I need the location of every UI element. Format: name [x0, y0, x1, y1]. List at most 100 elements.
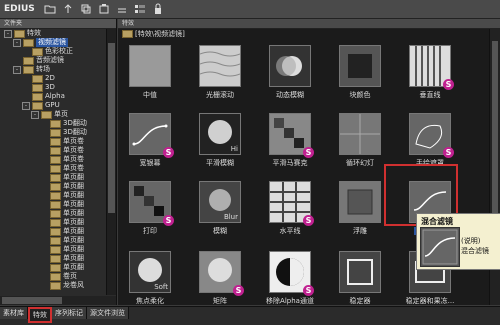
delete-icon[interactable] [115, 3, 129, 15]
effect-tile-label-text: 稳定器和果冻... [405, 297, 455, 305]
effects-scroll-thumb[interactable] [492, 41, 498, 241]
collapse-icon[interactable]: - [13, 65, 21, 74]
folder-icon [50, 155, 61, 164]
effect-tile[interactable]: 块颜色 [332, 45, 388, 100]
effect-tile[interactable]: Soft 焦点柔化 [122, 251, 178, 306]
tree-node[interactable]: - 视频滤镜 [13, 38, 68, 47]
tree-node[interactable]: 3D [22, 83, 55, 92]
tree-node[interactable]: 色彩校正 [22, 47, 73, 56]
tree-node[interactable]: 单页翻 [40, 209, 84, 218]
bottom-tab[interactable]: 特效 [28, 307, 52, 323]
bottom-tab[interactable]: 素材库 [0, 307, 28, 319]
folder-icon [14, 29, 25, 38]
tree-node[interactable]: 单页翻 [40, 236, 84, 245]
folder-icon [50, 236, 61, 245]
tree-node[interactable]: 单页翻 [40, 254, 84, 263]
tree-node-label: 单页翻 [63, 209, 84, 217]
tree-node[interactable]: 单页卷 [40, 164, 84, 173]
folder-tree-scrollbar[interactable] [106, 29, 116, 295]
tree-node[interactable]: 3D翻动 [40, 128, 87, 137]
effect-tile[interactable]: 循环幻灯 [332, 113, 388, 168]
tree-node-label: 单页翻 [63, 254, 84, 262]
tooltip-preview-icon [420, 227, 460, 267]
folder-icon [50, 191, 61, 200]
tree-node[interactable]: 单页卷 [40, 146, 84, 155]
tree-node[interactable]: Alpha [22, 92, 65, 101]
effect-tile-label-text: 光栅滚动 [206, 91, 234, 99]
up-arrow-icon[interactable] [61, 3, 75, 15]
folder-icon [23, 38, 34, 47]
effect-tile[interactable]: S 垂直线 [402, 45, 458, 100]
thumb-corner-text: Soft [154, 283, 168, 291]
effect-tile[interactable]: Hi 平滑模糊 [192, 113, 248, 168]
tree-node[interactable]: 单页翻 [40, 173, 84, 182]
effect-tile[interactable]: S 打印 [122, 181, 178, 236]
effect-tooltip: 混合滤镜 (说明) 混合滤镜 [416, 213, 500, 270]
collapse-icon[interactable]: - [31, 110, 39, 119]
effect-tile[interactable]: 稳定器 [332, 251, 388, 306]
tree-node[interactable]: - 特效 [4, 29, 41, 38]
effect-tile[interactable]: 中值 [122, 45, 178, 100]
tree-node[interactable]: 单页翻 [40, 245, 84, 254]
tree-node[interactable]: 音频滤镜 [13, 56, 64, 65]
view-icon[interactable] [133, 3, 147, 15]
effect-tile[interactable]: S 平滑马赛克 [262, 113, 318, 168]
gpu-badge-icon: S [233, 285, 244, 296]
widescreen-thumb-icon: S [129, 113, 174, 158]
folder-icon [41, 110, 52, 119]
folder-icon [32, 101, 43, 110]
effect-tile[interactable]: 光栅滚动 [192, 45, 248, 100]
effect-tile[interactable]: S 水平线 [262, 181, 318, 236]
tree-node[interactable]: - 转场 [13, 65, 50, 74]
thumb-corner-text: Blur [223, 213, 238, 221]
tree-node[interactable]: 卷页 [40, 272, 77, 281]
effect-tile[interactable]: 动态模糊 [262, 45, 318, 100]
effect-tile[interactable]: S 手绘遮罩 [402, 113, 458, 168]
folder-icon [32, 92, 43, 101]
bottom-tab[interactable]: 序列标记 [52, 307, 87, 319]
folder-icon [50, 164, 61, 173]
folder-horizontal-scrollbar[interactable] [0, 296, 116, 305]
blur-thumb-icon: Blur [199, 181, 241, 223]
top-toolbar: EDIUS [0, 0, 500, 19]
folder-icon [50, 119, 61, 128]
collapse-icon[interactable]: - [13, 38, 21, 47]
effect-tile[interactable]: S 宽银幕 [122, 113, 178, 168]
tree-node[interactable]: 3D翻动 [40, 119, 87, 128]
smooth-mosaic-thumb-icon: S [269, 113, 314, 158]
tree-node[interactable]: 单页卷 [40, 155, 84, 164]
tree-node[interactable]: 单页翻 [40, 227, 84, 236]
tree-node[interactable]: - GPU [22, 101, 60, 110]
tree-node[interactable]: 单页翻 [40, 263, 84, 272]
tree-node[interactable]: - 单页 [31, 110, 68, 119]
effect-tile[interactable]: 浮雕 [332, 181, 388, 236]
vertical-lines-thumb-icon: S [409, 45, 454, 90]
copy-icon[interactable] [79, 3, 93, 15]
tree-node[interactable]: 单页翻 [40, 191, 84, 200]
effect-tile-label-text: 动态模糊 [276, 91, 304, 99]
emboss-thumb-icon [339, 181, 381, 223]
folder-icon[interactable] [43, 3, 57, 15]
paste-icon[interactable] [97, 3, 111, 15]
effect-tile[interactable]: S 移除Alpha通道 [262, 251, 318, 306]
effect-tile[interactable]: S 矩阵 [192, 251, 248, 306]
tree-node[interactable]: 单页翻 [40, 218, 84, 227]
tree-node-label: 单页翻 [63, 236, 84, 244]
lock-icon[interactable] [151, 3, 165, 15]
folder-tree-scroll-thumb[interactable] [108, 43, 115, 213]
tree-node[interactable]: 2D [22, 74, 55, 83]
stabilizer-thumb-icon [339, 251, 381, 293]
tree-node[interactable]: 单页翻 [40, 200, 84, 209]
tree-node-label: 单页卷 [63, 155, 84, 163]
tree-node[interactable]: 龙卷风 [40, 281, 84, 290]
collapse-icon[interactable]: - [22, 101, 30, 110]
effects-panel-header: 特效 [118, 19, 500, 29]
tree-node[interactable]: 单页翻 [40, 182, 84, 191]
effect-tile[interactable]: Blur 模糊 [192, 181, 248, 236]
folder-icon [50, 128, 61, 137]
folder-icon [50, 254, 61, 263]
collapse-icon[interactable]: - [4, 29, 12, 38]
tree-node[interactable]: 单页卷 [40, 137, 84, 146]
bottom-tab[interactable]: 源文件浏览 [87, 307, 129, 319]
folder-horizontal-scroll-thumb[interactable] [2, 297, 62, 304]
